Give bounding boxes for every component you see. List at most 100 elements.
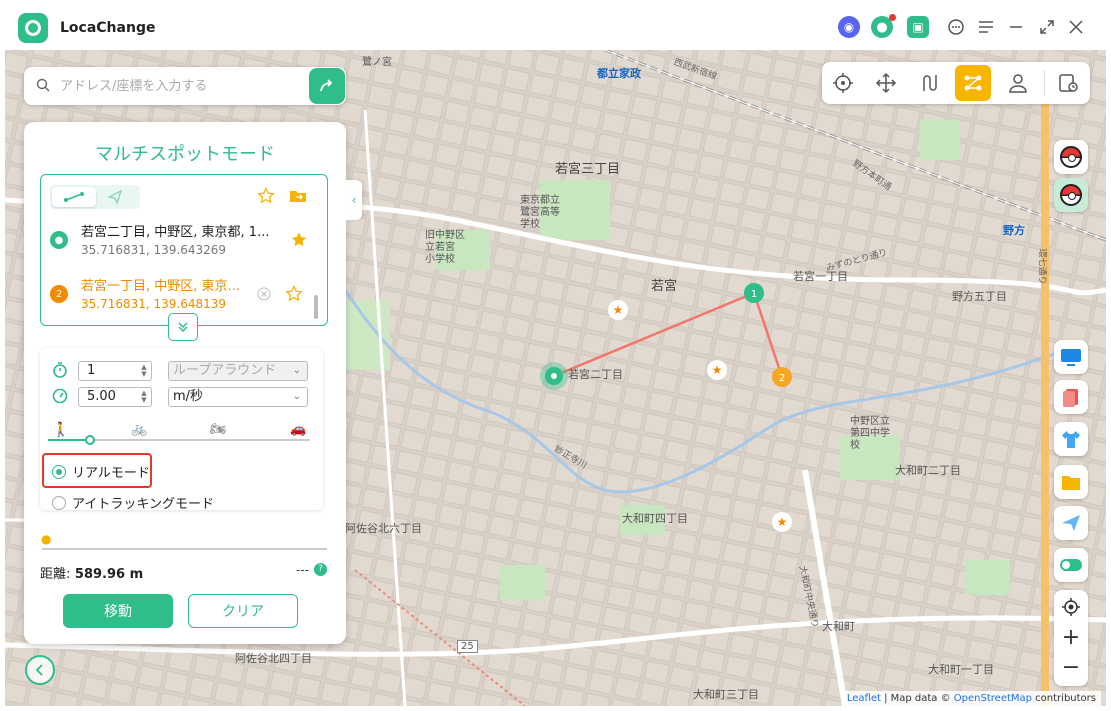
two-spot-mode-button[interactable]: [912, 65, 948, 101]
cards-button[interactable]: [1054, 380, 1088, 414]
route-progress-bar[interactable]: [42, 548, 327, 550]
discord-icon[interactable]: ◉: [838, 16, 860, 38]
speed-field[interactable]: 5.00 ▲ ▼: [78, 387, 152, 407]
spot-list-scrollbar[interactable]: [314, 295, 318, 319]
remove-spot-icon[interactable]: [257, 287, 271, 301]
map-label-school-dai4: 中野区立 第四中学 校: [850, 416, 890, 451]
svg-text:★: ★: [712, 363, 723, 377]
bicycle-icon[interactable]: 🚲: [131, 422, 147, 437]
chevron-down-icon: ⌄: [292, 365, 301, 376]
folder-icon: [1062, 476, 1080, 490]
loop-mode-value: ループアラウンド: [173, 363, 277, 378]
menu-icon[interactable]: [975, 16, 997, 38]
route-type-toggle[interactable]: [50, 185, 140, 209]
spot-coordinates: 35.716831, 139.643269: [81, 243, 227, 257]
toolbar-divider: [1044, 70, 1045, 96]
walk-icon[interactable]: 🚶: [52, 422, 69, 438]
help-icon[interactable]: ?: [314, 563, 327, 576]
search-icon: [36, 78, 50, 92]
notification-dot: [889, 14, 896, 21]
pokemon-go-secondary-button[interactable]: [1054, 178, 1088, 212]
search-input[interactable]: [60, 75, 290, 97]
search-go-button[interactable]: [309, 68, 345, 104]
motorcycle-icon[interactable]: 🏍: [210, 422, 227, 437]
locate-icon: [1062, 598, 1080, 616]
pokeball-icon: [1060, 184, 1082, 206]
repeat-count-field[interactable]: 1 ▲ ▼: [78, 361, 152, 381]
multi-spot-route-icon: [964, 75, 982, 91]
toolbox-icon[interactable]: ▣: [907, 16, 929, 38]
monitor-icon: [1061, 349, 1081, 366]
pokemon-go-button[interactable]: [1054, 140, 1088, 174]
send-icon[interactable]: [108, 190, 122, 204]
stepper-icon[interactable]: ▲ ▼: [139, 390, 149, 404]
distance-value: 589.96 m: [74, 567, 144, 582]
import-button[interactable]: [1054, 465, 1088, 499]
chat-icon[interactable]: [945, 16, 967, 38]
map-label-yamato-2: 大和町二丁目: [895, 464, 961, 477]
expand-list-button[interactable]: [168, 313, 198, 341]
toggle-route-option[interactable]: [52, 187, 96, 207]
map-label-nogata-5: 野方五丁目: [952, 290, 1007, 303]
zoom-out-button[interactable]: −: [1054, 652, 1088, 682]
maximize-icon[interactable]: [1036, 16, 1058, 38]
cooldown-toggle-button[interactable]: [1054, 548, 1088, 582]
spot-item-start[interactable]: ● 若宮二丁目, 中野区, 東京都, 1... 35.716831, 139.6…: [49, 221, 315, 269]
map-label-nogata: 野方: [1003, 224, 1025, 237]
progress-pin-icon: ●: [41, 532, 52, 546]
multi-spot-mode-button[interactable]: [955, 65, 991, 101]
time-readout: ---: [296, 563, 309, 577]
move-button[interactable]: 移動: [63, 594, 173, 628]
minimize-icon[interactable]: [1005, 16, 1027, 38]
svg-text:1: 1: [751, 289, 757, 300]
clear-button[interactable]: クリア: [188, 594, 298, 628]
stepper-icon[interactable]: ▲ ▼: [139, 364, 149, 378]
speed-slider[interactable]: [48, 435, 310, 445]
map-label-wakamiya: 若宮: [651, 279, 678, 294]
panel-collapse-button[interactable]: ‹: [346, 180, 362, 220]
map-label-yamato-1: 大和町一丁目: [928, 663, 994, 676]
eye-tracking-radio[interactable]: [52, 495, 66, 510]
map-label-toritsu-kasei: 都立家政: [597, 67, 641, 80]
favorite-outline-icon[interactable]: [285, 285, 303, 303]
import-folder-icon[interactable]: [289, 187, 307, 205]
eye-tracking-label: アイトラッキングモード: [72, 497, 214, 512]
tshirt-icon: [1062, 431, 1080, 448]
teleport-mode-button[interactable]: [825, 65, 861, 101]
outfit-button[interactable]: [1054, 422, 1088, 456]
speed-slider-handle[interactable]: [84, 435, 95, 445]
cards-icon: [1063, 389, 1078, 407]
osm-link[interactable]: OpenStreetMap: [954, 693, 1032, 704]
map-attribution: Leaflet | Map data © OpenStreetMap contr…: [841, 691, 1101, 706]
locate-me-button[interactable]: [1054, 592, 1088, 622]
svg-text:★: ★: [777, 515, 788, 529]
leaflet-link[interactable]: Leaflet: [847, 693, 881, 704]
app-logo-icon: [18, 13, 48, 43]
spot-name: 若宮二丁目, 中野区, 東京都, 1...: [81, 225, 270, 240]
map-label-school-nakano: 旧中野区 立若宮 小学校: [425, 230, 465, 265]
close-icon[interactable]: [1065, 16, 1087, 38]
start-marker-icon: ●: [50, 231, 68, 249]
attribution-text: | Map data ©: [880, 693, 954, 704]
move-arrows-icon: [875, 72, 897, 94]
search-box: [24, 67, 346, 105]
send-location-button[interactable]: [1054, 506, 1088, 540]
eye-tracking-option[interactable]: アイトラッキングモード: [52, 493, 214, 512]
loop-mode-select[interactable]: ループアラウンド ⌄: [168, 361, 308, 381]
map-label-asagaya-6: 阿佐谷北六丁目: [345, 522, 422, 535]
back-button[interactable]: [25, 655, 55, 685]
zoom-in-button[interactable]: +: [1054, 622, 1088, 652]
favorite-filled-icon[interactable]: [290, 231, 308, 249]
two-spot-route-icon: [923, 75, 937, 91]
joystick-mode-button[interactable]: [868, 65, 904, 101]
multi-device-button[interactable]: [1000, 65, 1036, 101]
distance-readout: 距離: 589.96 m: [40, 563, 143, 582]
speed-unit-select[interactable]: m/秒 ⌄: [168, 387, 308, 407]
favorite-outline-icon[interactable]: [257, 187, 275, 205]
history-button[interactable]: [1050, 65, 1086, 101]
paper-plane-icon: [1062, 515, 1080, 531]
car-icon[interactable]: 🚗: [290, 422, 306, 437]
screen-mirror-button[interactable]: [1054, 340, 1088, 374]
zoom-controls: + −: [1054, 590, 1088, 686]
panel-title: マルチスポットモード: [95, 144, 275, 165]
